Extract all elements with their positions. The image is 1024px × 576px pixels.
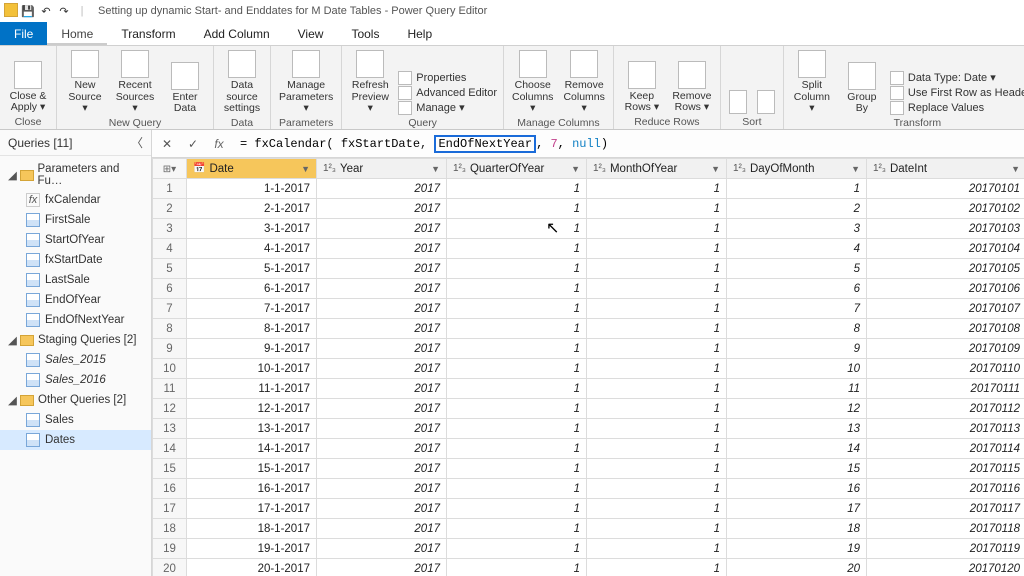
ribbon-group-label: Sort [727,114,777,128]
menu-tab-transform[interactable]: Transform [107,22,189,45]
ribbon-button[interactable]: Remove Rows ▾ [670,59,714,114]
table-row[interactable]: 1414-1-20172017111420170114 [153,439,1024,459]
ribbon-cmd[interactable]: Properties [398,71,497,85]
file-menu[interactable]: File [0,22,47,45]
menu-tab-add-column[interactable]: Add Column [190,22,284,45]
data-grid[interactable]: ⊞▾📅Date▼1²₃Year▼1²₃QuarterOfYear▼1²₃Mont… [152,158,1024,576]
ribbon-button[interactable]: Close & Apply ▾ [6,59,50,114]
table-row[interactable]: 11-1-2017201711120170101 [153,179,1024,199]
table-row[interactable]: 1212-1-20172017111220170112 [153,399,1024,419]
table-row[interactable]: 88-1-2017201711820170108 [153,319,1024,339]
ribbon-button[interactable]: Group By [840,60,884,115]
query-group[interactable]: ◢Other Queries [2] [0,390,151,410]
table-row[interactable]: 1111-1-20172017111120170111 [153,379,1024,399]
query-item-endofnextyear[interactable]: EndOfNextYear [0,310,151,330]
query-group[interactable]: ◢Staging Queries [2] [0,330,151,350]
table-row[interactable]: 33-1-2017201711320170103 [153,219,1024,239]
menu-bar: File HomeTransformAdd ColumnViewToolsHel… [0,22,1024,46]
ribbon-group-label: Close [6,114,50,128]
table-row[interactable]: 1313-1-20172017111320170113 [153,419,1024,439]
table-row[interactable]: 77-1-2017201711720170107 [153,299,1024,319]
ribbon-button[interactable]: Choose Columns ▾ [510,48,555,115]
column-header-quarterofyear[interactable]: 1²₃QuarterOfYear▼ [447,159,587,179]
ribbon-cmd[interactable]: Data Type: Date ▾ [890,71,1024,85]
query-item-sales_2016[interactable]: Sales_2016 [0,370,151,390]
undo-icon[interactable]: ↶ [38,3,54,19]
redo-icon[interactable]: ↷ [56,3,72,19]
title-bar: 💾 ↶ ↷ | Setting up dynamic Start- and En… [0,0,1024,22]
query-item-sales_2015[interactable]: Sales_2015 [0,350,151,370]
query-item-fxstartdate[interactable]: fxStartDate [0,250,151,270]
ribbon-group-label: Reduce Rows [620,114,714,128]
table-corner[interactable]: ⊞▾ [153,159,187,179]
ribbon-button[interactable]: Enter Data [163,60,207,115]
ribbon-button[interactable]: Recent Sources ▾ [113,48,157,115]
query-item-firstsale[interactable]: FirstSale [0,210,151,230]
ribbon-button[interactable]: Split Column ▾ [790,48,834,115]
ribbon-button[interactable]: Refresh Preview ▾ [348,48,392,115]
ribbon-group-label: Parameters [277,115,335,129]
ribbon-button[interactable]: New Source ▾ [63,48,107,115]
table-row[interactable]: 1515-1-20172017111520170115 [153,459,1024,479]
query-group[interactable]: ◢Parameters and Fu… [0,160,151,190]
ribbon-button[interactable]: Data source settings [220,48,264,115]
ribbon-cmd[interactable]: Manage ▾ [398,101,497,115]
app-logo [4,3,18,17]
table-row[interactable]: 2020-1-20172017112020170120 [153,559,1024,576]
queries-header[interactable]: Queries [11] 〈 [0,130,151,156]
sort-desc-button[interactable] [755,88,777,114]
column-header-monthofyear[interactable]: 1²₃MonthOfYear▼ [587,159,727,179]
table-row[interactable]: 66-1-2017201711620170106 [153,279,1024,299]
ribbon: Close & Apply ▾Close New Source ▾Recent S… [0,46,1024,130]
window-title: Setting up dynamic Start- and Enddates f… [98,5,487,17]
cancel-formula-icon[interactable]: ✕ [158,135,176,153]
query-item-lastsale[interactable]: LastSale [0,270,151,290]
sort-asc-button[interactable] [727,88,749,114]
ribbon-button[interactable]: Keep Rows ▾ [620,59,664,114]
query-item-dates[interactable]: Dates [0,430,151,450]
table-row[interactable]: 55-1-2017201711520170105 [153,259,1024,279]
formula-input[interactable]: = fxCalendar( fxStartDate, EndOfNextYear… [236,135,1018,153]
qa-separator: | [74,3,90,19]
column-header-year[interactable]: 1²₃Year▼ [317,159,447,179]
formula-bar: ✕ ✓ fx = fxCalendar( fxStartDate, EndOfN… [152,130,1024,158]
table-row[interactable]: 1818-1-20172017111820170118 [153,519,1024,539]
ribbon-cmd[interactable]: Use First Row as Headers ▾ [890,86,1024,100]
table-row[interactable]: 1919-1-20172017111920170119 [153,539,1024,559]
ribbon-group-label: New Query [63,115,207,129]
query-item-startofyear[interactable]: StartOfYear [0,230,151,250]
ribbon-cmd[interactable]: Advanced Editor [398,86,497,100]
query-item-endofyear[interactable]: EndOfYear [0,290,151,310]
ribbon-group-label: Query [348,115,497,129]
fx-icon[interactable]: fx [210,135,228,153]
query-item-sales[interactable]: Sales [0,410,151,430]
menu-tab-view[interactable]: View [284,22,338,45]
table-row[interactable]: 1010-1-20172017111020170110 [153,359,1024,379]
query-item-fxcalendar[interactable]: fxfxCalendar [0,190,151,210]
ribbon-button[interactable]: Remove Columns ▾ [561,48,606,115]
table-row[interactable]: 1616-1-20172017111620170116 [153,479,1024,499]
menu-tab-tools[interactable]: Tools [337,22,393,45]
table-row[interactable]: 99-1-2017201711920170109 [153,339,1024,359]
menu-tab-help[interactable]: Help [393,22,446,45]
table-row[interactable]: 22-1-2017201711220170102 [153,199,1024,219]
ribbon-group-label: Manage Columns [510,115,607,129]
queries-tree: ◢Parameters and Fu…fxfxCalendarFirstSale… [0,156,151,576]
save-icon[interactable]: 💾 [20,3,36,19]
table-row[interactable]: 44-1-2017201711420170104 [153,239,1024,259]
column-header-date[interactable]: 📅Date▼ [187,159,317,179]
column-header-dateint[interactable]: 1²₃DateInt▼ [867,159,1024,179]
menu-tab-home[interactable]: Home [47,22,107,45]
ribbon-button[interactable]: Manage Parameters ▾ [277,48,335,115]
ribbon-cmd[interactable]: Replace Values [890,101,1024,115]
commit-formula-icon[interactable]: ✓ [184,135,202,153]
table-row[interactable]: 1717-1-20172017111720170117 [153,499,1024,519]
ribbon-group-label: Transform [790,115,1024,129]
queries-pane: Queries [11] 〈 ◢Parameters and Fu…fxfxCa… [0,130,152,576]
chevron-left-icon[interactable]: 〈 [131,134,143,151]
column-header-dayofmonth[interactable]: 1²₃DayOfMonth▼ [727,159,867,179]
